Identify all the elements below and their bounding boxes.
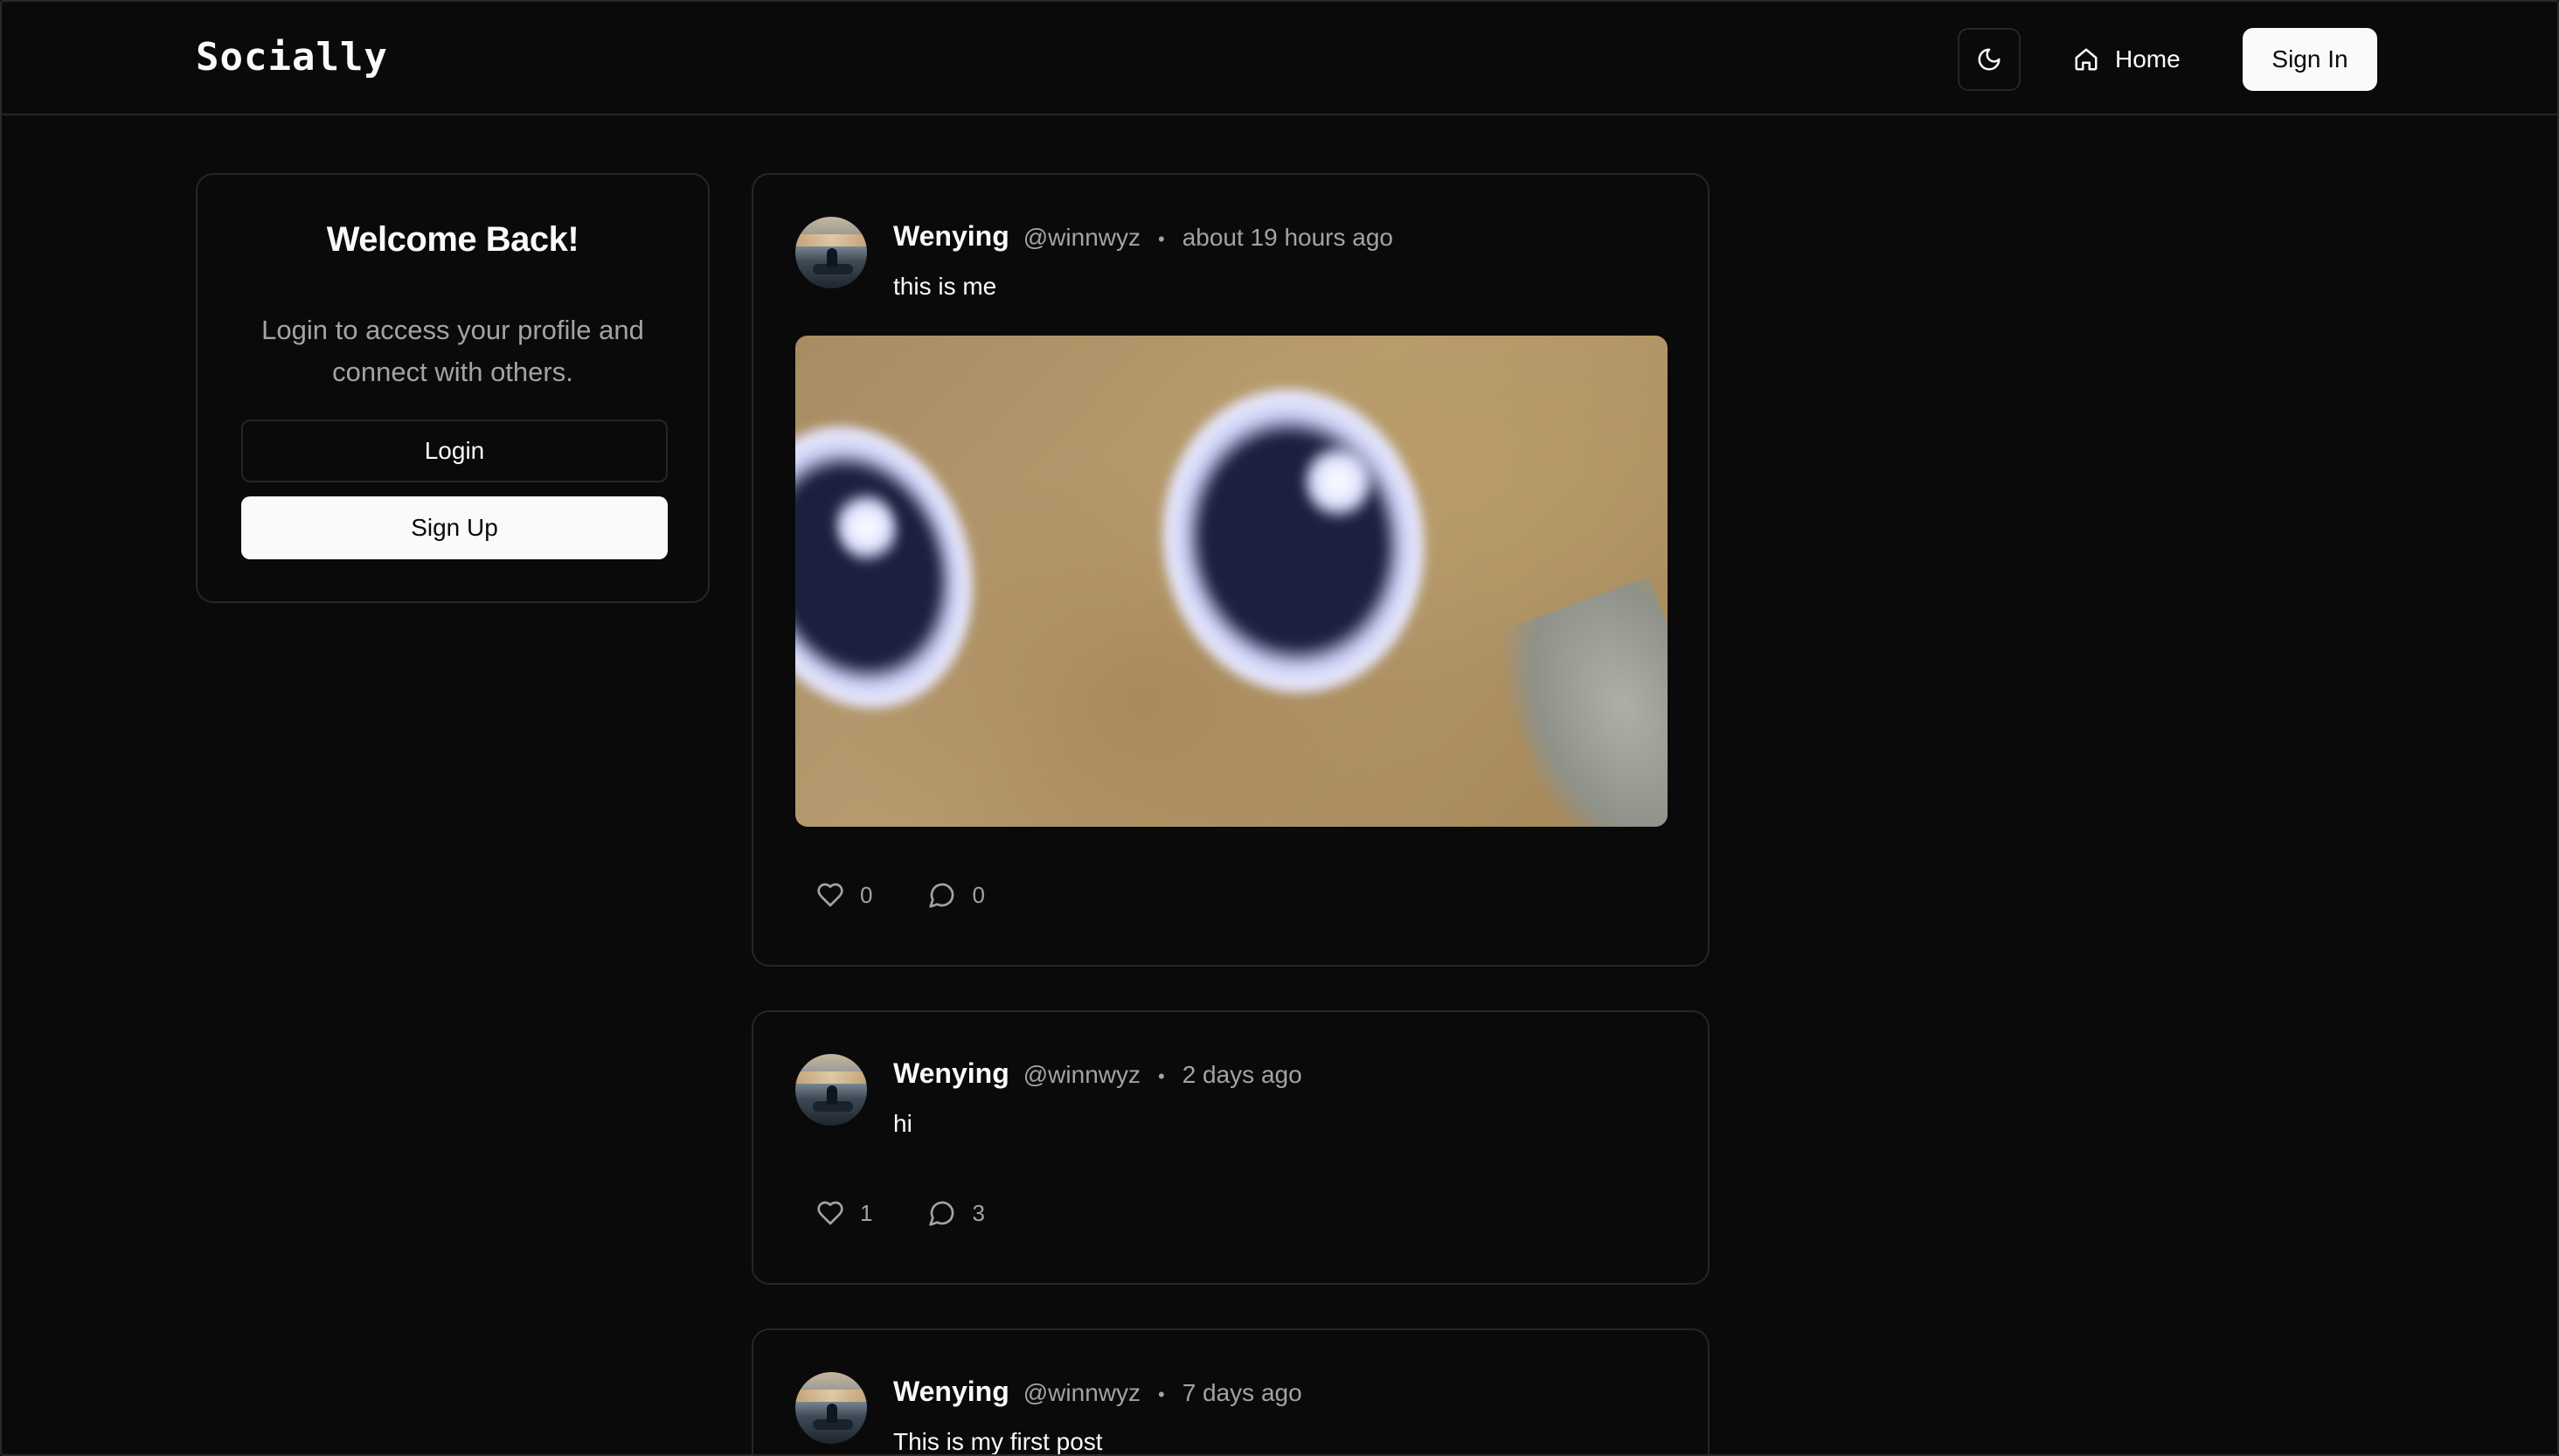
welcome-title: Welcome Back! xyxy=(326,220,579,259)
comment-icon xyxy=(929,883,954,908)
welcome-description: Login to access your profile and connect… xyxy=(261,315,644,387)
separator-dot: • xyxy=(1157,1383,1165,1405)
welcome-card: Welcome Back! Login to access your profi… xyxy=(196,173,710,603)
post-card: Wenying @winnwyz • 2 days ago hi 1 3 xyxy=(752,1010,1709,1285)
author-name[interactable]: Wenying xyxy=(893,1376,1009,1408)
post-content: this is me xyxy=(893,273,997,300)
separator-dot: • xyxy=(1157,228,1165,250)
post-header: Wenying @winnwyz • 2 days ago xyxy=(893,1057,1302,1090)
comment-button[interactable]: 3 xyxy=(928,1199,985,1227)
like-button[interactable]: 0 xyxy=(816,881,872,909)
post-timestamp: 7 days ago xyxy=(1182,1379,1302,1406)
avatar[interactable] xyxy=(795,1372,867,1444)
comment-icon xyxy=(929,1201,954,1226)
post-actions: 1 3 xyxy=(816,1199,1041,1227)
avatar[interactable] xyxy=(795,1054,867,1126)
brand-logo[interactable]: Socially xyxy=(196,35,388,80)
author-handle: @winnwyz xyxy=(1023,1379,1141,1406)
post-header: Wenying @winnwyz • about 19 hours ago xyxy=(893,220,1393,253)
signup-button[interactable]: Sign Up xyxy=(241,496,668,559)
eye-left xyxy=(795,394,1009,740)
post-content: This is my first post xyxy=(893,1428,1103,1455)
heart-icon xyxy=(817,883,843,907)
comment-count: 0 xyxy=(972,881,985,908)
post-card: Wenying @winnwyz • 7 days ago This is my… xyxy=(752,1328,1709,1455)
post-timestamp: about 19 hours ago xyxy=(1182,224,1393,251)
like-count: 0 xyxy=(860,881,873,908)
home-link[interactable]: Home xyxy=(2061,28,2192,91)
author-handle: @winnwyz xyxy=(1023,224,1141,251)
avatar[interactable] xyxy=(795,217,867,288)
post-timestamp: 2 days ago xyxy=(1182,1061,1302,1088)
moon-icon xyxy=(1978,48,2001,71)
signin-button[interactable]: Sign In xyxy=(2243,28,2377,91)
separator-dot: • xyxy=(1157,1065,1165,1087)
navbar: Socially Home Sign In xyxy=(2,2,2557,115)
app-window: Socially Home Sign In Welcome Back! Logi… xyxy=(0,0,2559,1456)
author-name[interactable]: Wenying xyxy=(893,220,1009,253)
home-label: Home xyxy=(2115,45,2181,73)
home-icon xyxy=(2075,48,2098,71)
eye-right xyxy=(1142,371,1445,711)
heart-icon xyxy=(817,1201,843,1225)
author-name[interactable]: Wenying xyxy=(893,1057,1009,1090)
theme-toggle-button[interactable] xyxy=(1958,28,2021,91)
post-actions: 0 0 xyxy=(816,881,1041,909)
like-button[interactable]: 1 xyxy=(816,1199,872,1227)
comment-button[interactable]: 0 xyxy=(928,881,985,909)
author-handle: @winnwyz xyxy=(1023,1061,1141,1088)
like-count: 1 xyxy=(860,1199,873,1226)
post-header: Wenying @winnwyz • 7 days ago xyxy=(893,1376,1302,1408)
post-card: Wenying @winnwyz • about 19 hours ago th… xyxy=(752,173,1709,967)
post-image[interactable] xyxy=(795,336,1668,827)
comment-count: 3 xyxy=(972,1199,985,1226)
login-button[interactable]: Login xyxy=(241,419,668,482)
post-content: hi xyxy=(893,1110,912,1137)
